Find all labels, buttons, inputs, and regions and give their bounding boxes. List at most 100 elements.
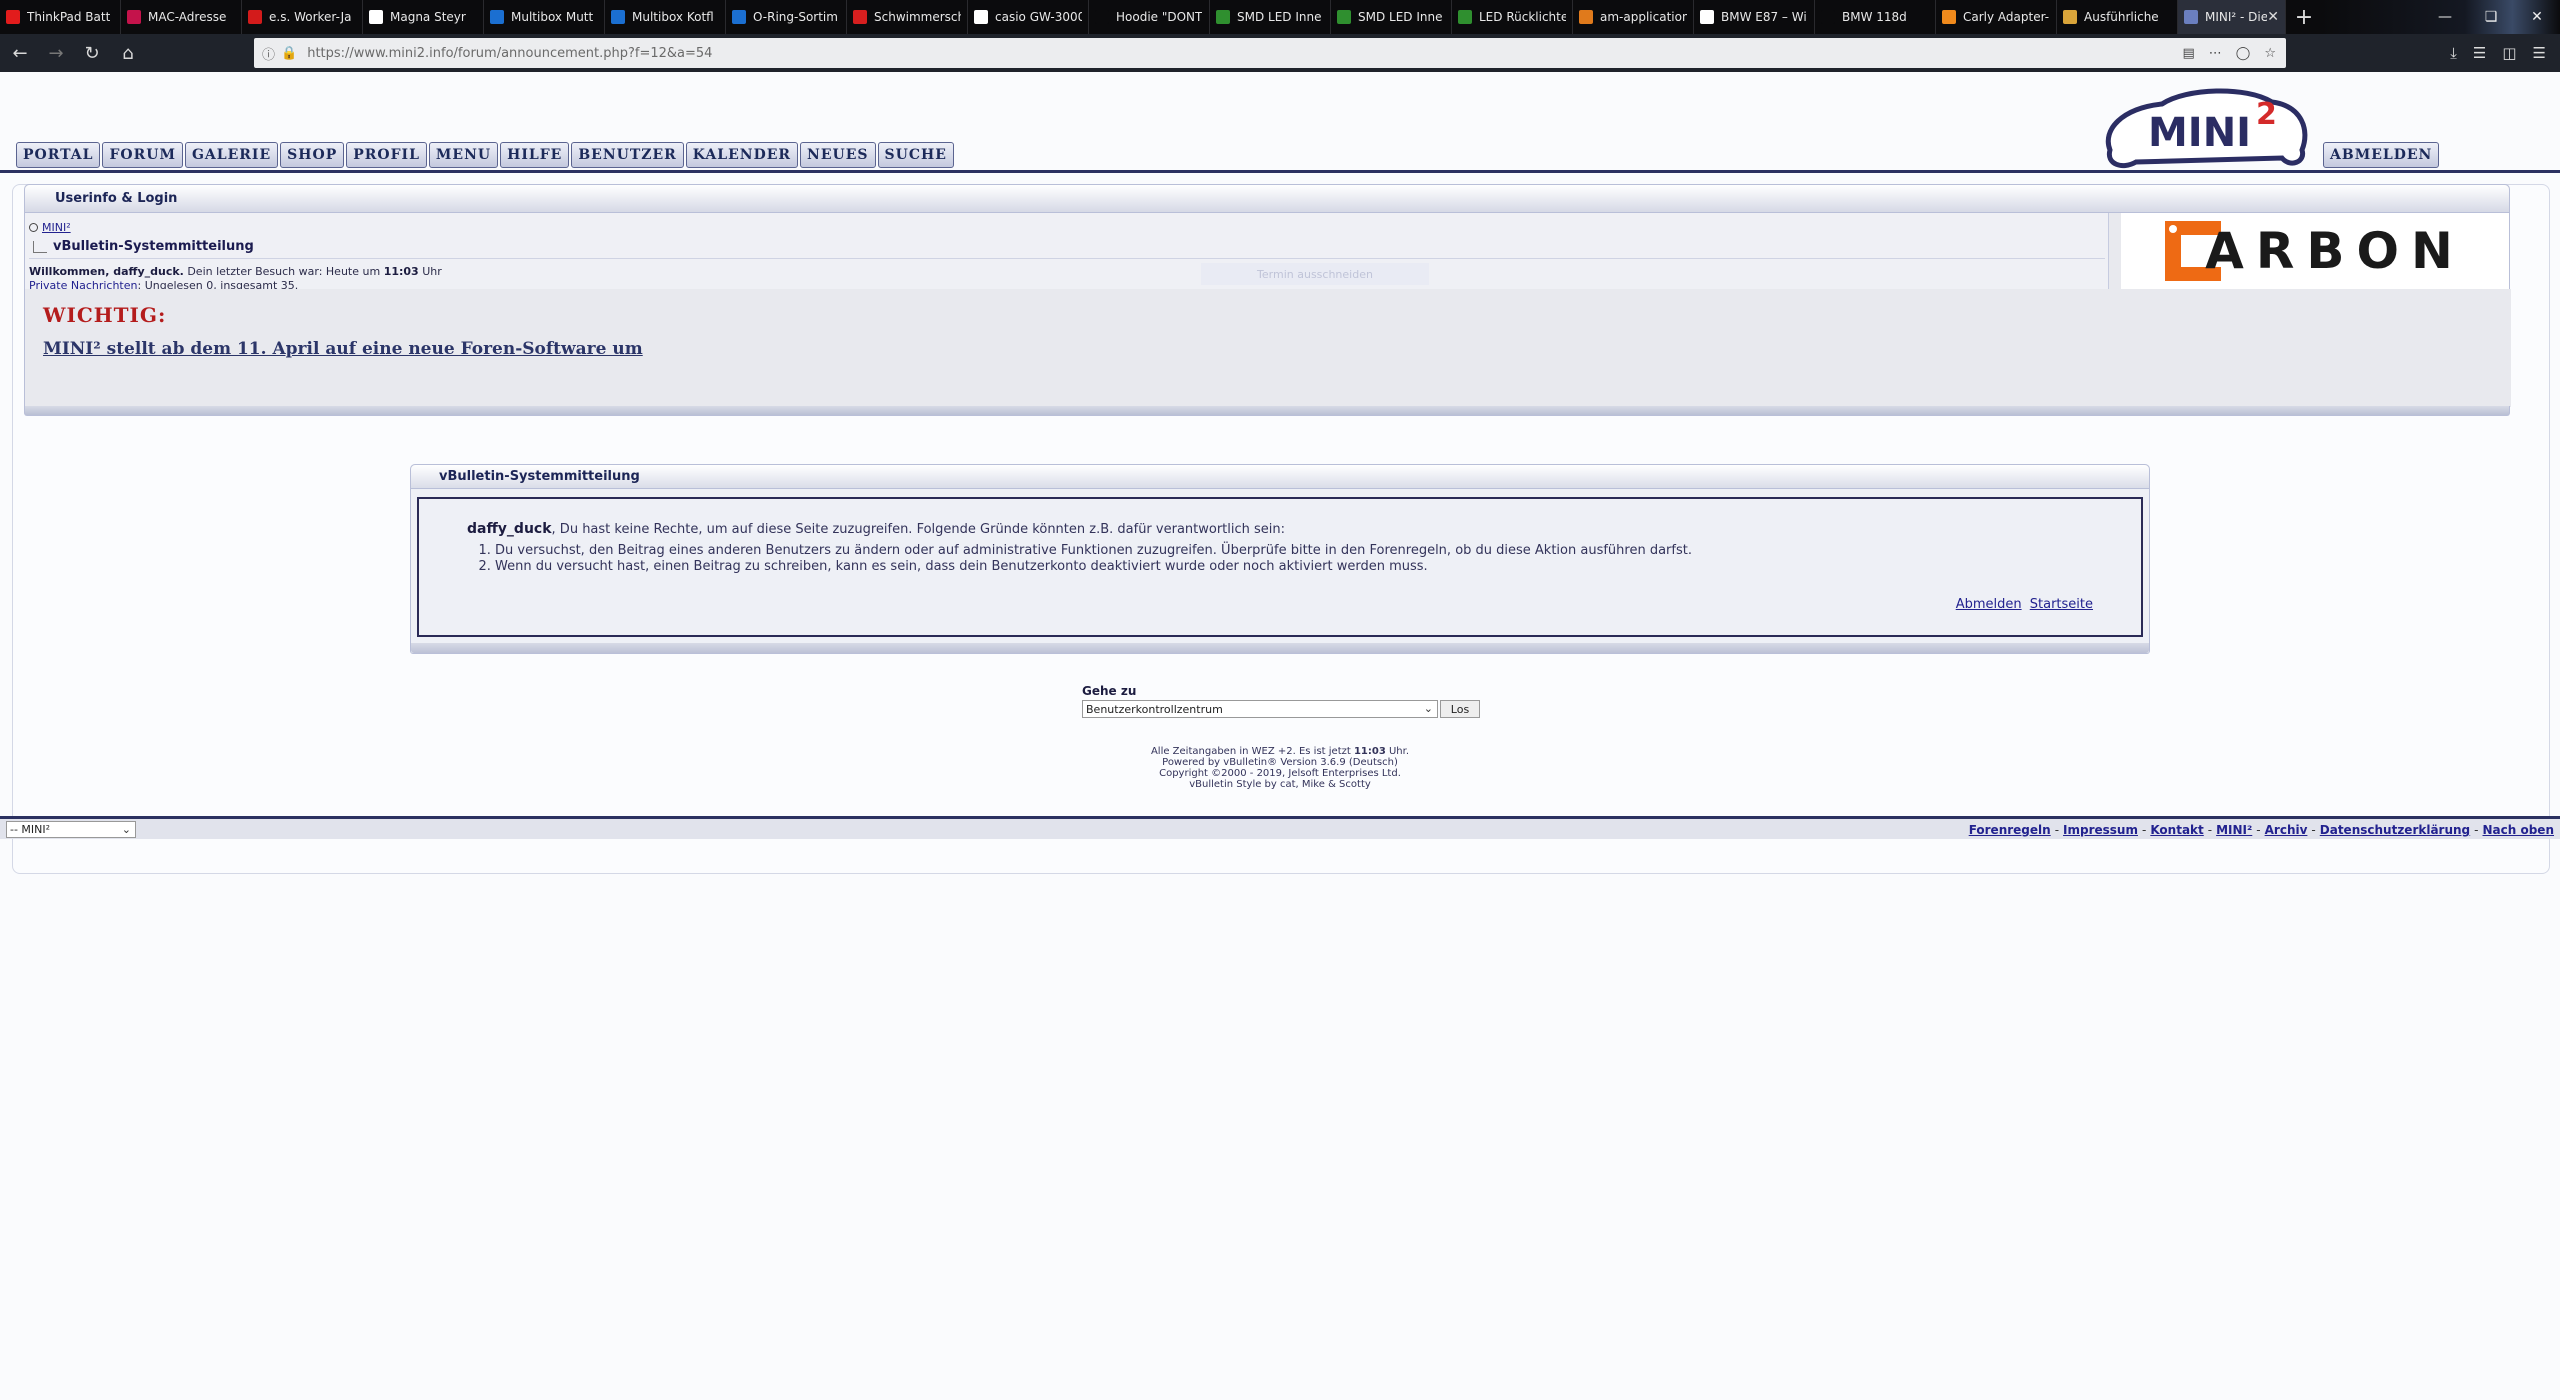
bookmark-star-icon[interactable]: ☆ xyxy=(2264,46,2276,61)
nav-tab-menu[interactable]: Menu xyxy=(428,142,499,168)
browser-tab[interactable]: Multibox Kotfl xyxy=(605,0,726,34)
browser-tab[interactable]: LED Rücklichte xyxy=(1452,0,1573,34)
mini2-logo[interactable]: MINI 2 xyxy=(2096,78,2316,178)
browser-tab[interactable]: am-application xyxy=(1573,0,1694,34)
logout-tab[interactable]: Abmelden xyxy=(2323,142,2440,168)
chevron-down-icon[interactable]: ⌄ xyxy=(1424,702,1433,715)
browser-tab-label[interactable]: SMD LED Inne xyxy=(1237,10,1321,24)
faded-button[interactable]: Termin ausschneiden xyxy=(1201,263,1429,285)
browser-tab-label[interactable]: am-application xyxy=(1600,10,1687,24)
close-icon[interactable]: ✕ xyxy=(2514,0,2560,34)
library-icon[interactable]: ☰ xyxy=(2473,44,2486,62)
browser-tab-label[interactable]: Multibox Kotfl xyxy=(632,10,714,24)
browser-tab-label[interactable]: Schwimmersch xyxy=(874,10,961,24)
tab-close-icon[interactable]: ✕ xyxy=(2267,9,2279,25)
reason-item: Wenn du versucht hast, einen Beitrag zu … xyxy=(495,559,1692,575)
browser-tab[interactable]: SMD LED Inne xyxy=(1210,0,1331,34)
browser-tab-label[interactable]: Carly Adapter- xyxy=(1963,10,2049,24)
browser-tab[interactable]: MAC-Adresse xyxy=(121,0,242,34)
browser-tab[interactable]: MINI² - Die ✕ xyxy=(2178,0,2286,34)
browser-tab-label[interactable]: BMW 118d xyxy=(1842,10,1907,24)
browser-tab[interactable]: Hoodie "DONT xyxy=(1089,0,1210,34)
url-bar[interactable]: ⓘ 🔒 https://www.mini2.info/forum/announc… xyxy=(254,38,2286,68)
browser-tab-label[interactable]: casio GW-3000 xyxy=(995,10,1082,24)
browser-tab-label[interactable]: LED Rücklichte xyxy=(1479,10,1566,24)
browser-tab-label[interactable]: BMW E87 – Wi xyxy=(1721,10,1807,24)
browser-tab[interactable]: ThinkPad Batt xyxy=(0,0,121,34)
breadcrumb-root-link[interactable]: MINI² xyxy=(29,221,71,234)
browser-tab-label[interactable]: SMD LED Inne xyxy=(1358,10,1442,24)
browser-tab-label[interactable]: Hoodie "DONT xyxy=(1116,10,1202,24)
sidebar-icon[interactable]: ◫ xyxy=(2502,44,2516,62)
style-chooser-selected[interactable]: -- MINI² xyxy=(10,823,50,836)
carbon-ad-banner[interactable]: ARBON xyxy=(2121,213,2509,289)
home-link[interactable]: Startseite xyxy=(2030,597,2093,612)
browser-tab-label[interactable]: Magna Steyr xyxy=(390,10,466,24)
nav-tab-galerie[interactable]: Galerie xyxy=(184,142,279,168)
browser-tab[interactable]: BMW 118d xyxy=(1815,0,1936,34)
carbon-ad-text: ARBON xyxy=(2205,222,2465,280)
browser-tab-label[interactable]: Ausführliche xyxy=(2084,10,2159,24)
new-tab-button[interactable]: + xyxy=(2286,0,2322,34)
browser-tab[interactable]: Magna Steyr xyxy=(363,0,484,34)
url-text[interactable]: https://www.mini2.info/forum/announcemen… xyxy=(307,46,712,61)
reader-view-icon[interactable]: ▤ xyxy=(2182,46,2194,61)
download-icon[interactable]: ⤓ xyxy=(2450,44,2457,62)
browser-tab-label[interactable]: Multibox Mutt xyxy=(511,10,593,24)
browser-tab[interactable]: O-Ring-Sortim xyxy=(726,0,847,34)
footer-link[interactable]: Forenregeln xyxy=(1969,823,2051,837)
footer-link[interactable]: Archiv xyxy=(2265,823,2308,837)
nav-tab-shop[interactable]: Shop xyxy=(280,142,345,168)
chevron-down-icon[interactable]: ⌄ xyxy=(122,823,131,836)
browser-tab[interactable]: Carly Adapter- xyxy=(1936,0,2057,34)
nav-tab-neues[interactable]: Neues xyxy=(800,142,876,168)
menu-icon[interactable]: ☰ xyxy=(2533,44,2546,62)
footer-link[interactable]: Datenschutzerklärung xyxy=(2320,823,2470,837)
info-icon[interactable]: ⓘ xyxy=(262,44,275,63)
forum-jump-select[interactable]: Benutzerkontrollzentrum ⌄ xyxy=(1082,700,1438,718)
breadcrumb-root-label[interactable]: MINI² xyxy=(42,221,71,234)
notice-link[interactable]: MINI² stellt ab dem 11. April auf eine n… xyxy=(43,339,643,359)
nav-tab-benutzer[interactable]: Benutzer xyxy=(571,142,684,168)
forum-home-icon xyxy=(29,223,38,232)
logout-link[interactable]: Abmelden xyxy=(1956,597,2022,612)
footer-link[interactable]: Nach oben xyxy=(2483,823,2555,837)
browser-tab-label[interactable]: O-Ring-Sortim xyxy=(753,10,838,24)
browser-tab[interactable]: casio GW-3000 xyxy=(968,0,1089,34)
browser-tab-label[interactable]: e.s. Worker-Ja xyxy=(269,10,351,24)
nav-tab-profil[interactable]: Profil xyxy=(346,142,427,168)
browser-tab[interactable]: Multibox Mutt xyxy=(484,0,605,34)
more-icon[interactable]: ⋯ xyxy=(2209,46,2222,61)
time-note-text: Alle Zeitangaben in WEZ +2. Es ist jetzt xyxy=(1150,746,1354,757)
lock-icon[interactable]: 🔒 xyxy=(281,46,297,61)
nav-tab-portal[interactable]: Portal xyxy=(16,142,101,168)
forum-jump-selected[interactable]: Benutzerkontrollzentrum xyxy=(1086,703,1223,716)
browser-tab[interactable]: Schwimmersch xyxy=(847,0,968,34)
nav-tab-kalender[interactable]: Kalender xyxy=(685,142,799,168)
leaf-icon xyxy=(1458,10,1472,24)
browser-tab[interactable]: Ausführliche xyxy=(2057,0,2178,34)
forum-jump-go-button[interactable]: Los xyxy=(1440,700,1480,718)
reload-icon[interactable]: ↻ xyxy=(76,37,108,69)
browser-tab[interactable]: BMW E87 – Wi xyxy=(1694,0,1815,34)
pocket-icon[interactable]: ◯ xyxy=(2236,46,2251,61)
browser-tab[interactable]: SMD LED Inne xyxy=(1331,0,1452,34)
browser-tab-label[interactable]: ThinkPad Batt xyxy=(27,10,110,24)
back-icon[interactable]: ← xyxy=(4,37,36,69)
forward-icon[interactable]: → xyxy=(40,37,72,69)
footer-link[interactable]: MINI² xyxy=(2216,823,2252,837)
blank-icon xyxy=(1095,10,1109,24)
nav-tab-suche[interactable]: Suche xyxy=(877,142,954,168)
logo-superscript: 2 xyxy=(2256,97,2277,132)
restore-icon[interactable]: ❏ xyxy=(2468,0,2514,34)
nav-tab-hilfe[interactable]: Hilfe xyxy=(500,142,570,168)
minimize-icon[interactable]: — xyxy=(2422,0,2468,34)
style-chooser-select[interactable]: -- MINI² ⌄ xyxy=(6,821,136,838)
browser-tab-label[interactable]: MAC-Adresse xyxy=(148,10,226,24)
nav-tab-forum[interactable]: Forum xyxy=(102,142,183,168)
browser-tab[interactable]: e.s. Worker-Ja xyxy=(242,0,363,34)
browser-tab-label[interactable]: MINI² - Die xyxy=(2205,10,2267,24)
footer-link[interactable]: Impressum xyxy=(2063,823,2138,837)
footer-link[interactable]: Kontakt xyxy=(2150,823,2203,837)
home-icon[interactable]: ⌂ xyxy=(112,37,144,69)
